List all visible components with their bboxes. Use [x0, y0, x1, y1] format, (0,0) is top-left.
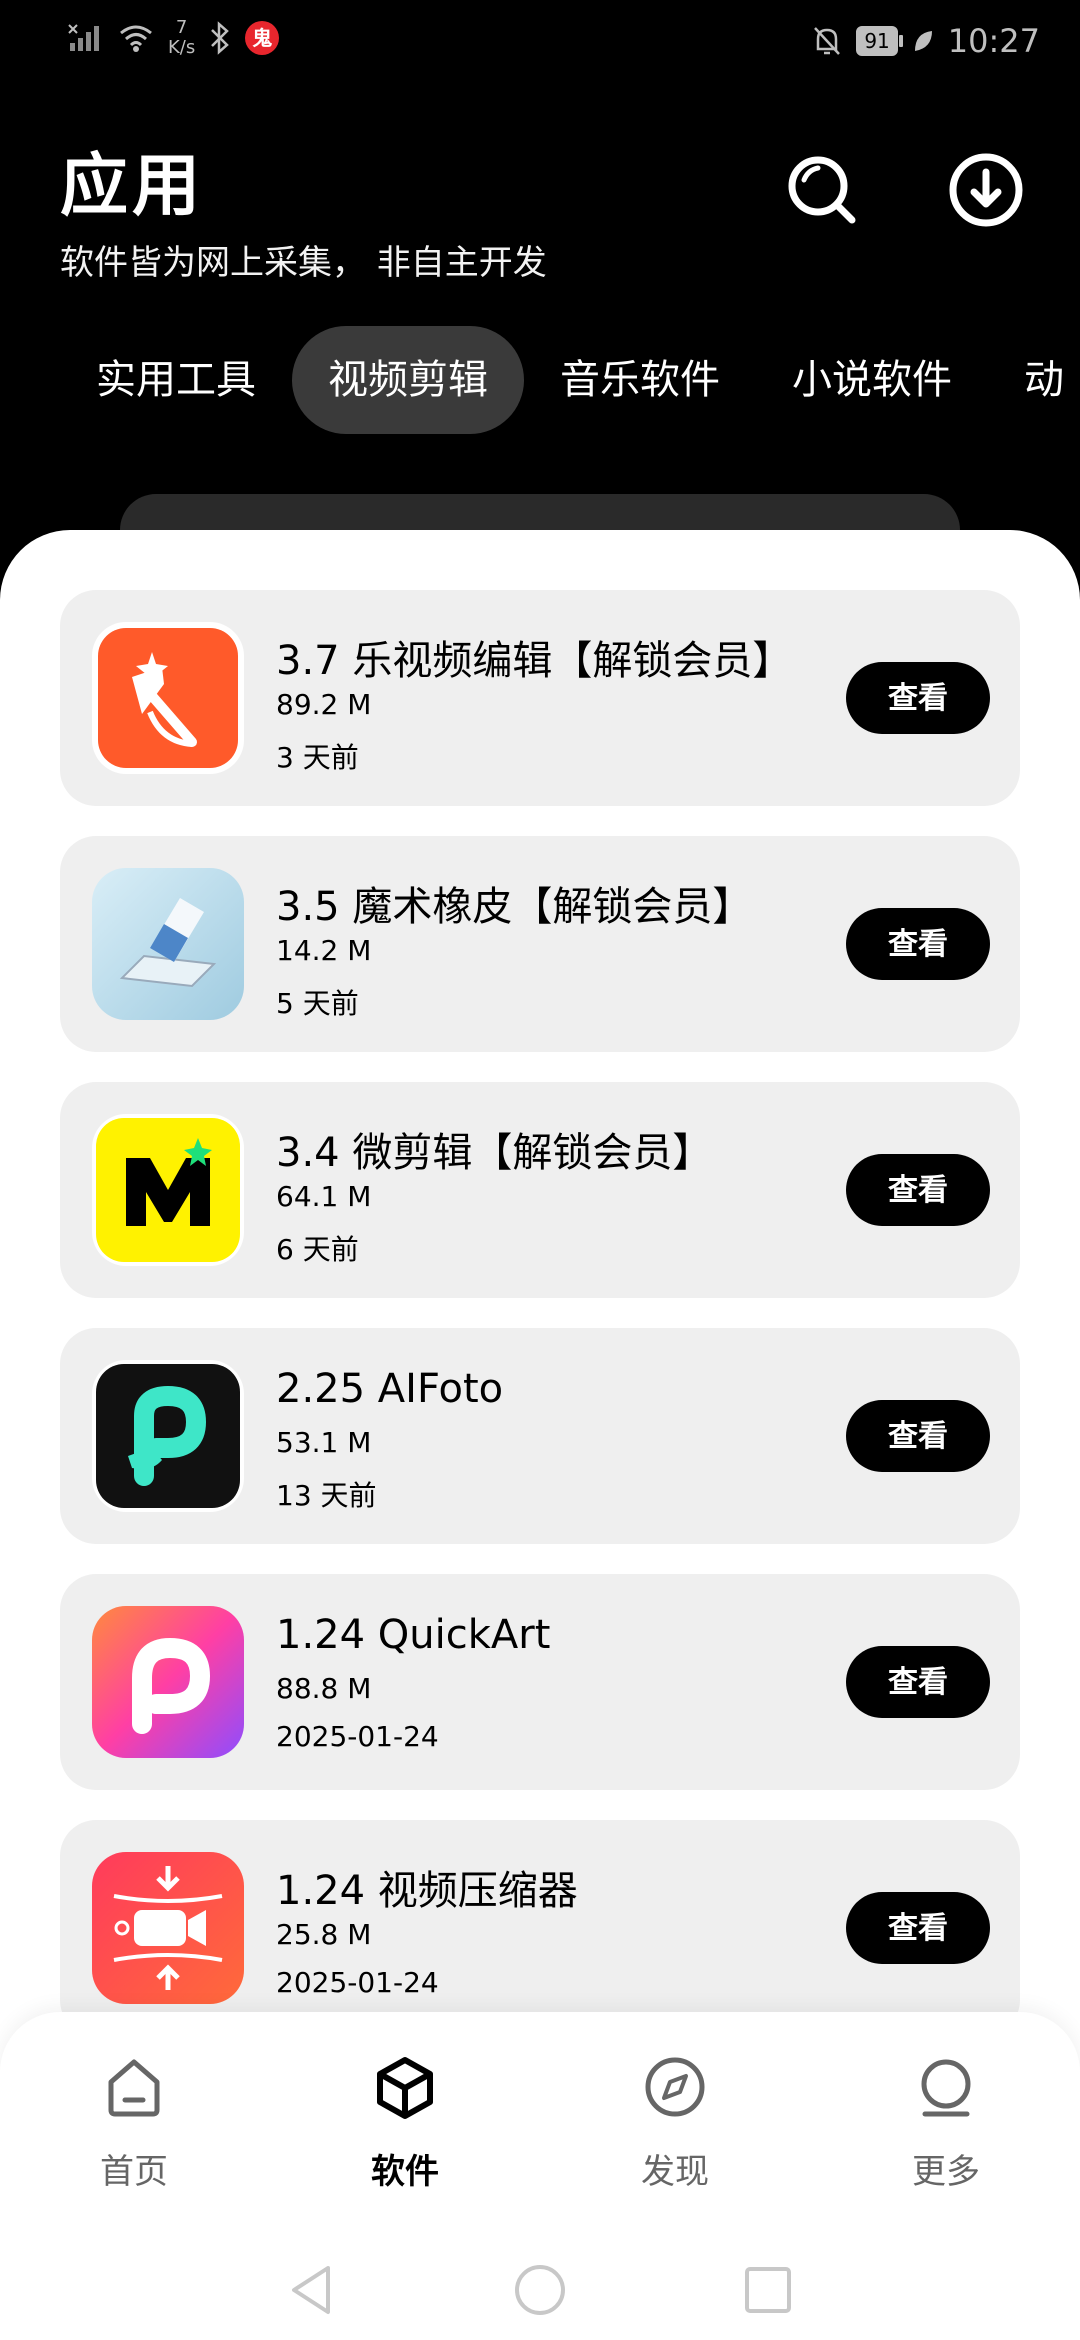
magic-eraser-icon [92, 868, 244, 1020]
view-button[interactable]: 查看 [846, 1154, 990, 1226]
status-bar: 7 K/s 鬼 91 10:27 [0, 0, 1080, 96]
app-name: 3.4 微剪辑【解锁会员】 [276, 1130, 713, 1176]
nav-label: 发现 [641, 2152, 709, 2192]
app-name: 3.5 魔术橡皮【解锁会员】 [276, 884, 753, 930]
signal-icon [68, 24, 99, 51]
view-button[interactable]: 查看 [846, 662, 990, 734]
nav-more[interactable]: 更多 [856, 2052, 1036, 2193]
video-editor-icon [92, 622, 244, 774]
bluetooth-icon [211, 21, 230, 55]
tab-tools[interactable]: 实用工具 [60, 326, 292, 434]
page-subtitle: 软件皆为网上采集， 非自主开发 [60, 243, 547, 283]
recents-icon[interactable] [738, 2260, 798, 2320]
battery-level: 91 [856, 26, 904, 56]
page-header: 应用 软件皆为网上采集， 非自主开发 [60, 130, 547, 284]
view-button[interactable]: 查看 [846, 1646, 990, 1718]
app-date: 3 天前 [276, 741, 359, 774]
bottom-nav: 首页 软件 发现 更多 [0, 2012, 1080, 2340]
nav-label: 首页 [100, 2152, 168, 2192]
app-name: 3.7 乐视频编辑【解锁会员】 [276, 638, 793, 684]
app-name: 2.25 AIFoto [276, 1366, 504, 1412]
nav-discover[interactable]: 发现 [585, 2052, 765, 2193]
micro-edit-icon [92, 1114, 244, 1266]
list-item[interactable]: 2.25 AIFoto 53.1 M 13 天前 查看 [60, 1328, 1020, 1544]
nav-home[interactable]: 首页 [44, 2052, 224, 2193]
view-button[interactable]: 查看 [846, 1892, 990, 1964]
app-name: 1.24 QuickArt [276, 1612, 551, 1658]
app-date: 5 天前 [276, 987, 359, 1020]
list-item[interactable]: 3.5 魔术橡皮【解锁会员】 14.2 M 5 天前 查看 [60, 836, 1020, 1052]
system-navigation-bar [0, 2252, 1080, 2332]
view-button[interactable]: 查看 [846, 1400, 990, 1472]
category-tabs: 实用工具 视频剪辑 音乐软件 小说软件 动 [60, 326, 1080, 434]
list-item[interactable]: 3.7 乐视频编辑【解锁会员】 89.2 M 3 天前 查看 [60, 590, 1020, 806]
tab-novel[interactable]: 小说软件 [756, 326, 988, 434]
app-size: 25.8 M [276, 1918, 372, 1951]
app-name: 1.24 视频压缩器 [276, 1868, 578, 1914]
compass-icon [645, 2057, 705, 2117]
page-title: 应用 [60, 147, 205, 226]
app-size: 53.1 M [276, 1426, 372, 1459]
app-date: 2025-01-24 [276, 1966, 439, 1999]
app-size: 64.1 M [276, 1180, 372, 1213]
app-size: 89.2 M [276, 688, 372, 721]
clock: 10:27 [947, 22, 1040, 60]
list-item[interactable]: 3.4 微剪辑【解锁会员】 64.1 M 6 天前 查看 [60, 1082, 1020, 1298]
nav-software[interactable]: 软件 [315, 2052, 495, 2193]
tab-video-editing[interactable]: 视频剪辑 [292, 326, 524, 434]
app-date: 2025-01-24 [276, 1720, 439, 1753]
app-date: 13 天前 [276, 1479, 377, 1512]
aifoto-icon [92, 1360, 244, 1512]
app-badge-icon: 鬼 [245, 21, 280, 55]
mute-bell-icon [814, 27, 841, 55]
leaf-icon [914, 31, 932, 51]
cube-icon [377, 2057, 433, 2119]
back-icon[interactable] [282, 2260, 342, 2320]
list-item[interactable]: 1.24 QuickArt 88.8 M 2025-01-24 查看 [60, 1574, 1020, 1790]
quickart-icon [92, 1606, 244, 1758]
download-icon[interactable] [946, 150, 1026, 230]
nav-label: 软件 [371, 2152, 439, 2192]
network-speed: 7 K/s [168, 17, 196, 58]
tab-music[interactable]: 音乐软件 [524, 326, 756, 434]
video-compressor-icon [92, 1852, 244, 2004]
nav-label: 更多 [912, 2152, 980, 2192]
wifi-icon [120, 25, 152, 52]
view-button[interactable]: 查看 [846, 908, 990, 980]
app-size: 88.8 M [276, 1672, 372, 1705]
app-date: 6 天前 [276, 1233, 359, 1266]
list-item[interactable]: 1.24 视频压缩器 25.8 M 2025-01-24 查看 [60, 1820, 1020, 2036]
home-circle-icon[interactable] [510, 2260, 570, 2320]
app-size: 14.2 M [276, 934, 372, 967]
tab-more-categories[interactable]: 动 [988, 326, 1080, 434]
more-icon [921, 2059, 971, 2117]
home-icon [108, 2059, 160, 2117]
app-list: 3.7 乐视频编辑【解锁会员】 89.2 M 3 天前 查看 3.5 魔术橡皮【… [60, 590, 1020, 2066]
search-icon[interactable] [782, 150, 862, 230]
